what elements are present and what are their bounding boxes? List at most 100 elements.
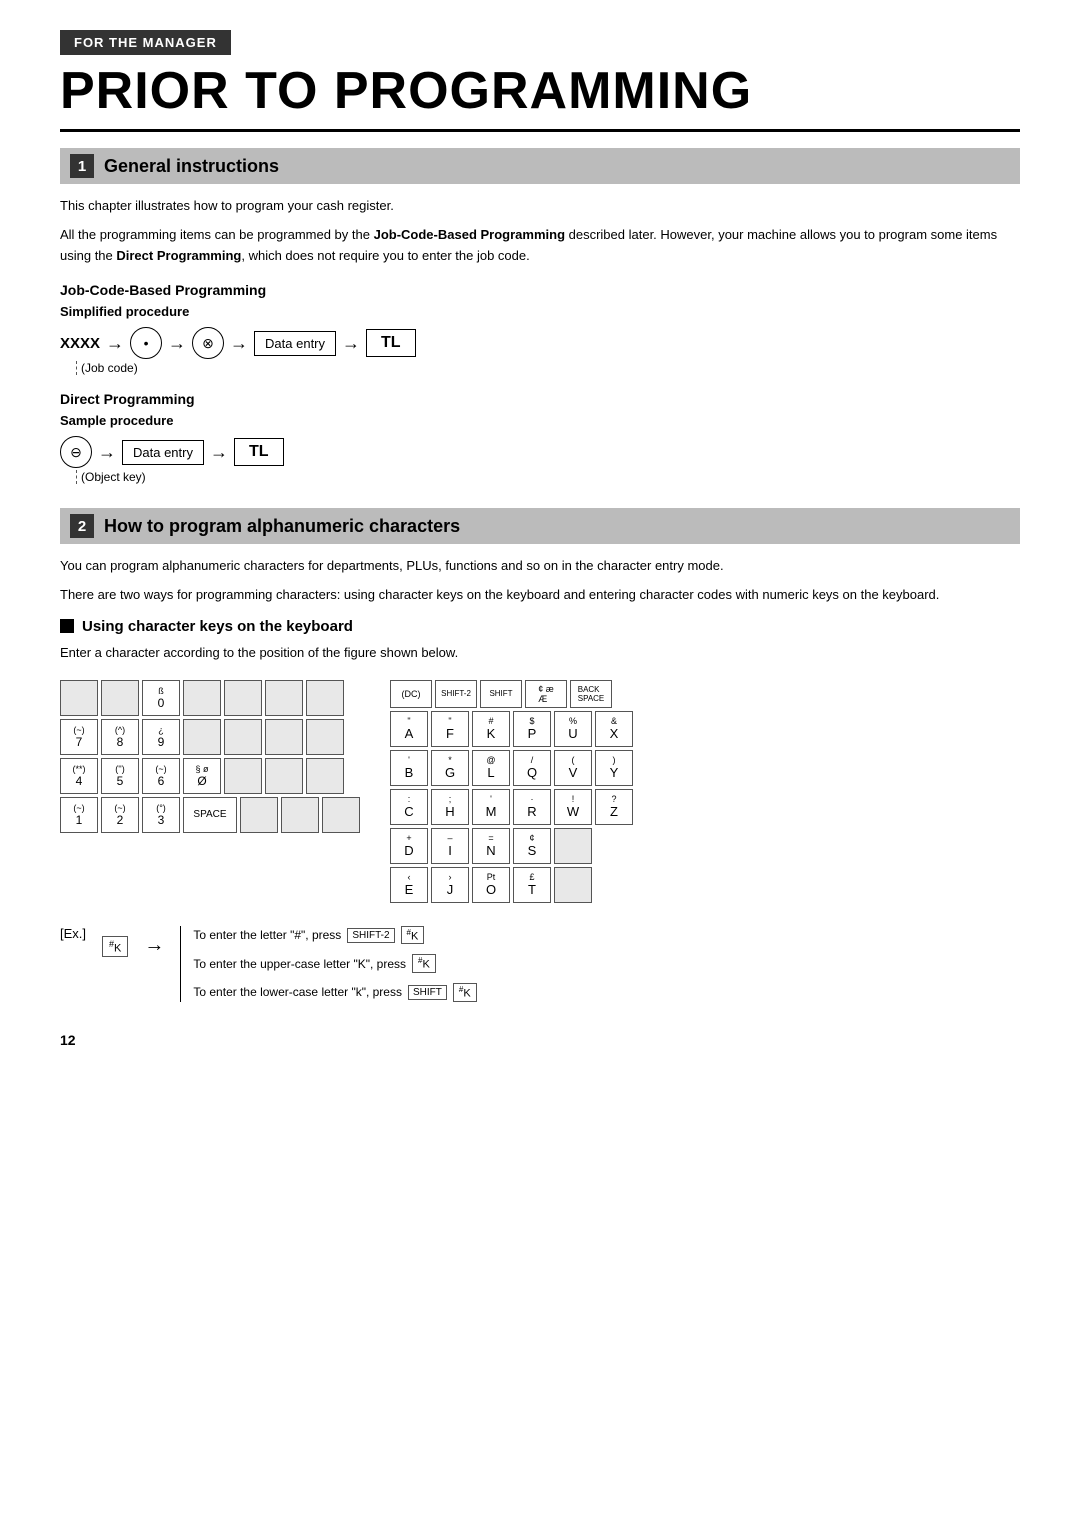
subsection-direct: Direct Programming xyxy=(60,391,1020,407)
kbd-empty-1g xyxy=(306,680,344,716)
kbd-hashK-inline1: #K xyxy=(401,926,425,945)
kbd-row-1: ß0 xyxy=(60,680,360,716)
kbd-R: ·R xyxy=(513,789,551,825)
example-arrow: → xyxy=(144,934,164,957)
tl-box2: TL xyxy=(234,438,284,466)
kbd-shift: SHIFT xyxy=(480,680,522,708)
kbd-W: !W xyxy=(554,789,592,825)
subsection-job-code: Job-Code-Based Programming xyxy=(60,282,1020,298)
kbd-empty-4g xyxy=(322,797,360,833)
keyboard-section: ß0 (~)7 (^)8 ¿9 (**)4 ('')5 (~)6 § øØ xyxy=(60,680,1020,906)
page-title: PRIOR TO PROGRAMMING xyxy=(60,61,1020,132)
kbd-Y: )Y xyxy=(595,750,633,786)
page-footer: 12 xyxy=(60,1032,1020,1048)
ominus-symbol: ⊖ xyxy=(60,436,92,468)
kbd-3: (°)3 xyxy=(142,797,180,833)
sample-flow: ⊖ → Data entry → TL (Object key) xyxy=(60,436,1020,484)
kbd-empty-2f xyxy=(265,719,303,755)
section1-number: 1 xyxy=(70,154,94,178)
kbd-empty-1d xyxy=(183,680,221,716)
xxxx-label: XXXX xyxy=(60,335,100,352)
kbd-U: %U xyxy=(554,711,592,747)
kbd-empty-1a xyxy=(60,680,98,716)
kbd-H: ;H xyxy=(431,789,469,825)
kbd-V: (V xyxy=(554,750,592,786)
kbd-row-alpha4: +D –I =N ¢S xyxy=(390,828,633,864)
kbd-empty-3e xyxy=(224,758,262,794)
kbd-J: ›J xyxy=(431,867,469,903)
kbd-8: (^)8 xyxy=(101,719,139,755)
section1-para1: This chapter illustrates how to program … xyxy=(60,196,1020,217)
kbd-backspace: BACKSPACE xyxy=(570,680,612,708)
simplified-flow: XXXX → • → ⊗ → Data entry → TL (Job code… xyxy=(60,327,1020,375)
kbd-cent-ae: ¢ æÆ xyxy=(525,680,567,708)
example-line-2: To enter the upper-case letter "K", pres… xyxy=(193,954,476,973)
kbd-F: "F xyxy=(431,711,469,747)
kbd-row-2: (~)7 (^)8 ¿9 xyxy=(60,719,360,755)
for-manager-badge: FOR THE MANAGER xyxy=(60,30,231,55)
section2-para1: You can program alphanumeric characters … xyxy=(60,556,1020,577)
arrow4: → xyxy=(342,333,360,354)
kbd-Q: /Q xyxy=(513,750,551,786)
kbd-L: @L xyxy=(472,750,510,786)
section2-para2: There are two ways for programming chara… xyxy=(60,585,1020,606)
enter-char-text: Enter a character according to the posit… xyxy=(60,643,1020,664)
sample-procedure-label: Sample procedure xyxy=(60,413,1020,428)
example-label: [Ex.] xyxy=(60,926,86,941)
section2-number: 2 xyxy=(70,514,94,538)
data-entry-box2: Data entry xyxy=(122,440,204,465)
arrow5: → xyxy=(98,442,116,463)
kbd-empty-r5 xyxy=(554,867,592,903)
kbd-shift-inline: SHIFT xyxy=(408,985,447,1000)
keyboard-right: (DC) SHIFT-2 SHIFT ¢ æÆ BACKSPACE "A "F … xyxy=(390,680,633,906)
kbd-6: (~)6 xyxy=(142,758,180,794)
kbd-empty-3g xyxy=(306,758,344,794)
kbd-X: &X xyxy=(595,711,633,747)
kbd-empty-r4 xyxy=(554,828,592,864)
kbd-top-row: (DC) SHIFT-2 SHIFT ¢ æÆ BACKSPACE xyxy=(390,680,633,708)
example-line-1: To enter the letter "#", press SHIFT-2 #… xyxy=(193,926,476,945)
arrow2: → xyxy=(168,333,186,354)
kbd-C: :C xyxy=(390,789,428,825)
kbd-E: ‹E xyxy=(390,867,428,903)
k-key-example: #K xyxy=(102,936,128,958)
kbd-1: (~)1 xyxy=(60,797,98,833)
kbd-space: SPACE xyxy=(183,797,237,833)
kbd-row-alpha3: :C ;H 'M ·R !W ?Z xyxy=(390,789,633,825)
section1-header: 1 General instructions xyxy=(60,148,1020,184)
kbd-9: ¿9 xyxy=(142,719,180,755)
kbd-7: (~)7 xyxy=(60,719,98,755)
kbd-5: ('')5 xyxy=(101,758,139,794)
using-keys-section: Using character keys on the keyboard xyxy=(60,618,1020,635)
kbd-empty-4e xyxy=(240,797,278,833)
data-entry-box1: Data entry xyxy=(254,331,336,356)
dot-symbol: • xyxy=(130,327,162,359)
kbd-dc: (DC) xyxy=(390,680,432,708)
kbd-M: 'M xyxy=(472,789,510,825)
keyboard-left: ß0 (~)7 (^)8 ¿9 (**)4 ('')5 (~)6 § øØ xyxy=(60,680,360,906)
kbd-empty-1f xyxy=(265,680,303,716)
kbd-empty-2g xyxy=(306,719,344,755)
otimes-symbol: ⊗ xyxy=(192,327,224,359)
object-key-note: (Object key) xyxy=(76,470,1020,484)
kbd-empty-2d xyxy=(183,719,221,755)
kbd-hashK-inline2: #K xyxy=(412,954,436,973)
section2-title: How to program alphanumeric characters xyxy=(104,516,460,537)
black-square-icon xyxy=(60,619,74,633)
kbd-S: ¢S xyxy=(513,828,551,864)
kbd-row-4: (~)1 (~)2 (°)3 SPACE xyxy=(60,797,360,833)
kbd-row-3: (**)4 ('')5 (~)6 § øØ xyxy=(60,758,360,794)
example-line-3: To enter the lower-case letter "k", pres… xyxy=(193,983,476,1002)
kbd-empty-1e xyxy=(224,680,262,716)
kbd-empty-1b xyxy=(101,680,139,716)
kbd-2: (~)2 xyxy=(101,797,139,833)
kbd-T: £T xyxy=(513,867,551,903)
tl-box1: TL xyxy=(366,329,416,357)
section1-para2: All the programming items can be program… xyxy=(60,225,1020,267)
kbd-D: +D xyxy=(390,828,428,864)
example-section: [Ex.] #K → To enter the letter "#", pres… xyxy=(60,926,1020,1002)
job-code-note: (Job code) xyxy=(76,361,1020,375)
kbd-szo: § øØ xyxy=(183,758,221,794)
kbd-A: "A xyxy=(390,711,428,747)
example-lines: To enter the letter "#", press SHIFT-2 #… xyxy=(180,926,476,1002)
